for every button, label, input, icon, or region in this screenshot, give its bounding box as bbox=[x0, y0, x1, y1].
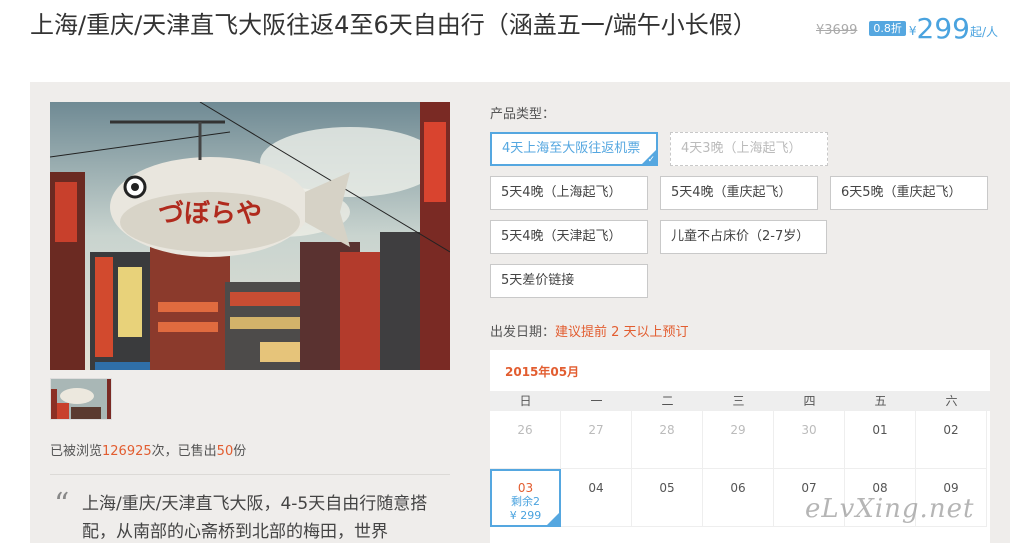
price-area: ¥3699 0.8折 ¥ 299 起/人 bbox=[816, 12, 998, 44]
calendar-day[interactable]: 05 bbox=[632, 469, 703, 527]
option-label: 4天上海至大阪往返机票 bbox=[502, 141, 641, 156]
option-child-no-bed[interactable]: 儿童不占床价（2-7岁） bbox=[660, 220, 827, 254]
currency-symbol: ¥ bbox=[908, 24, 917, 38]
calendar-day: 29 bbox=[703, 411, 774, 469]
option-5day-price-diff[interactable]: 5天差价链接 bbox=[490, 264, 648, 298]
sold-count: 50 bbox=[216, 444, 234, 459]
calendar-day: 30 bbox=[774, 411, 845, 469]
day-number: 03 bbox=[517, 481, 534, 495]
product-type-label: 产品类型： bbox=[490, 107, 556, 122]
weekday-mon: 一 bbox=[590, 394, 603, 408]
calendar-weekdays: 日 一 二 三 四 五 六 bbox=[490, 391, 990, 411]
thumbnail-photo[interactable] bbox=[50, 378, 112, 420]
sold-suffix: 份 bbox=[233, 444, 247, 459]
departure-label: 出发日期：建议提前 2 天以上预订 bbox=[490, 321, 689, 340]
weekday-tue: 二 bbox=[661, 394, 674, 408]
view-sold-stats: 已被浏览126925次，已售出50份 bbox=[50, 440, 246, 459]
viewed-count: 126925 bbox=[102, 444, 152, 459]
viewed-mid: 次，已售出 bbox=[151, 444, 217, 459]
option-5day-tianjin[interactable]: 5天4晚（天津起飞） bbox=[490, 220, 648, 254]
calendar-week-1: 26 27 28 29 30 01 02 bbox=[490, 411, 990, 469]
option-5day-chongqing[interactable]: 5天4晚（重庆起飞） bbox=[660, 176, 818, 210]
product-description: 上海/重庆/天津直飞大阪，4-5天自由行随意搭配，从南部的心斋桥到北部的梅田，世… bbox=[82, 494, 428, 542]
calendar-day[interactable]: 02 bbox=[916, 411, 987, 469]
option-6day-chongqing[interactable]: 6天5晚（重庆起飞） bbox=[830, 176, 988, 210]
discount-badge: 0.8折 bbox=[869, 21, 906, 36]
option-label: 儿童不占床价（2-7岁） bbox=[671, 229, 810, 244]
check-icon: ✓ bbox=[647, 155, 655, 165]
weekday-thu: 四 bbox=[803, 394, 816, 408]
product-title: 上海/重庆/天津直飞大阪往返4至6天自由行（涵盖五一/端午小长假） bbox=[30, 11, 757, 39]
calendar-day: 28 bbox=[632, 411, 703, 469]
calendar-day-selected[interactable]: 03 剩余2 ¥ 299 bbox=[490, 469, 561, 527]
option-4day-shanghai[interactable]: 4天3晚（上海起飞） bbox=[670, 132, 828, 166]
departure-label-text: 出发日期： bbox=[490, 325, 556, 340]
divider bbox=[50, 474, 450, 475]
weekday-sun: 日 bbox=[519, 394, 532, 408]
option-label: 6天5晚（重庆起飞） bbox=[841, 185, 962, 200]
option-5day-shanghai[interactable]: 5天4晚（上海起飞） bbox=[490, 176, 648, 210]
current-price: 299 bbox=[916, 12, 970, 45]
calendar-day: 26 bbox=[490, 411, 561, 469]
remaining-seats: 剩余2 bbox=[511, 495, 540, 508]
original-price: ¥3699 bbox=[816, 23, 858, 38]
option-4day-flight[interactable]: 4天上海至大阪往返机票 ✓ bbox=[490, 132, 658, 166]
option-label: 5天4晚（天津起飞） bbox=[501, 229, 622, 244]
site-watermark: eLvXing.net bbox=[805, 494, 975, 524]
quote-icon: “ bbox=[54, 487, 70, 522]
price-unit: 起/人 bbox=[969, 25, 998, 39]
day-price: ¥ 299 bbox=[509, 509, 542, 522]
option-label: 5天差价链接 bbox=[501, 273, 575, 288]
calendar-month: 2015年05月 bbox=[505, 365, 580, 379]
calendar-day[interactable]: 01 bbox=[845, 411, 916, 469]
weekday-wed: 三 bbox=[732, 394, 745, 408]
page: 上海/重庆/天津直飞大阪往返4至6天自由行（涵盖五一/端午小长假） ¥3699 … bbox=[0, 0, 1010, 543]
svg-text:づぼらや: づぼらや bbox=[158, 199, 262, 229]
option-label: 4天3晚（上海起飞） bbox=[681, 141, 802, 156]
booking-note: 建议提前 2 天以上预订 bbox=[555, 325, 689, 340]
viewed-prefix: 已被浏览 bbox=[50, 444, 103, 459]
weekday-sat: 六 bbox=[945, 394, 958, 408]
option-label: 5天4晚（上海起飞） bbox=[501, 185, 622, 200]
calendar-day: 27 bbox=[561, 411, 632, 469]
main-product-photo[interactable]: づぼらや bbox=[50, 102, 450, 370]
option-label: 5天4晚（重庆起飞） bbox=[671, 185, 792, 200]
weekday-fri: 五 bbox=[874, 394, 887, 408]
calendar-day[interactable]: 06 bbox=[703, 469, 774, 527]
calendar-day[interactable]: 04 bbox=[561, 469, 632, 527]
